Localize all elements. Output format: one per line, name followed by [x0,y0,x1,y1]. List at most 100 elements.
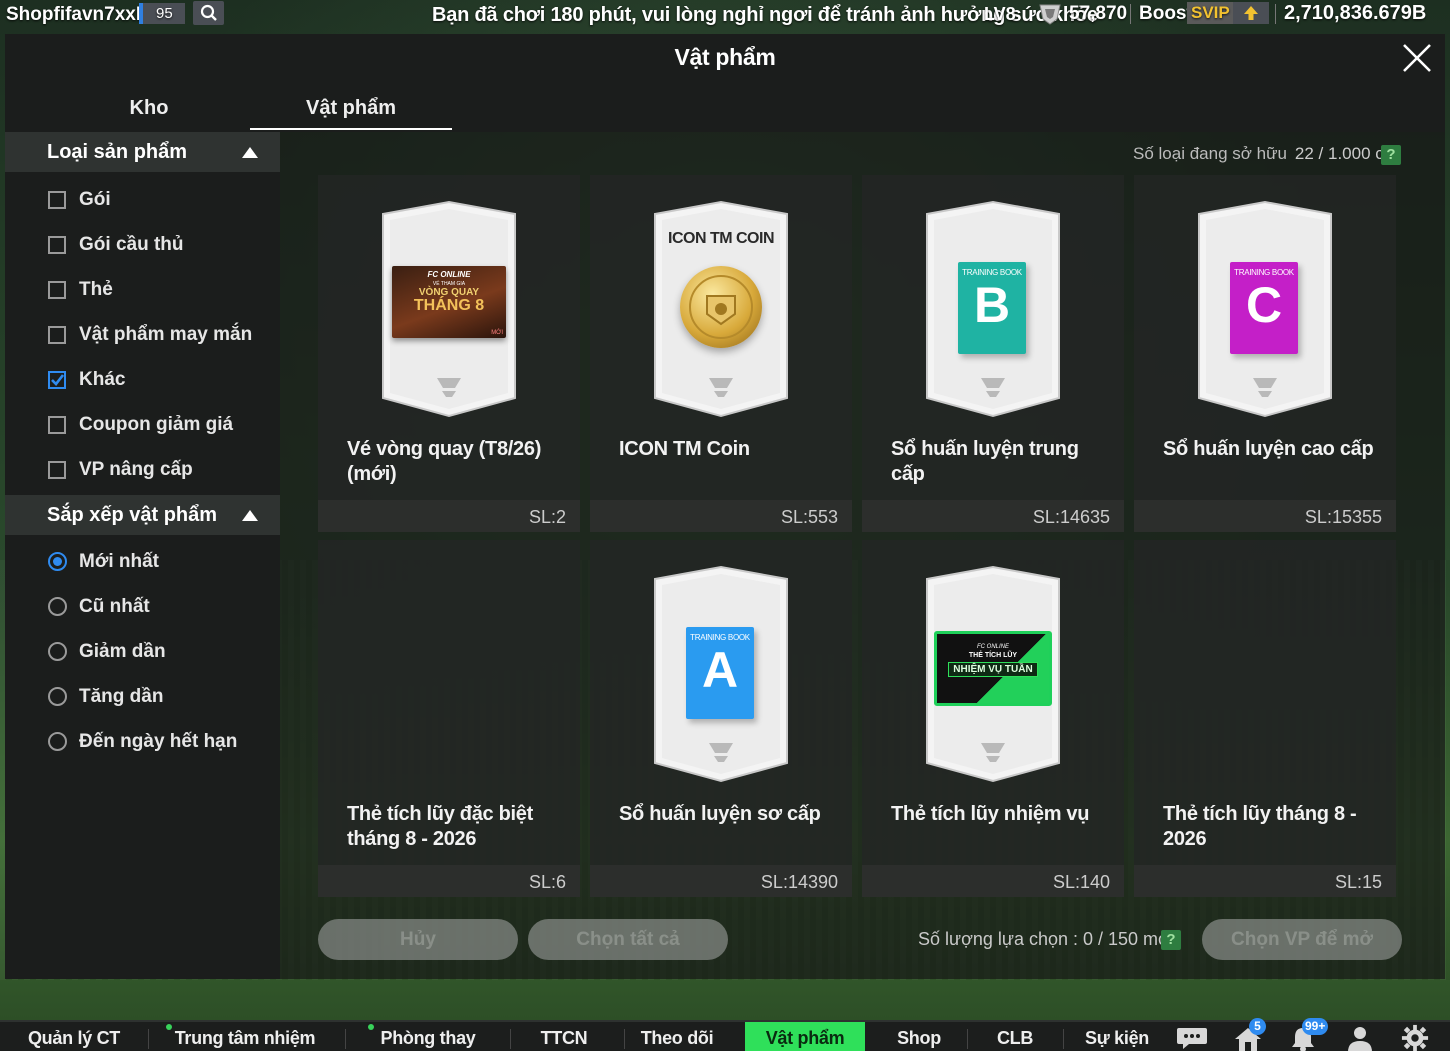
select-all-button[interactable]: Chọn tất cả [528,919,728,960]
item-tile[interactable]: FC ONLINE THẺ TÍCH LŨY NHIỆM VỤ TUẦN Thẻ tí… [862,540,1124,897]
item-quantity: SL:15 [1334,872,1382,892]
ticket-brand: FC ONLINE [427,270,471,279]
mission-card-icon: FC ONLINE THẺ TÍCH LŨY NHIỆM VỤ TUẦN [934,631,1052,706]
chat-icon[interactable] [1175,1024,1209,1051]
checkbox-icon[interactable] [48,236,66,254]
item-tile[interactable]: Thẻ tích lũy tháng 8 - 2026 SL:15 [1134,540,1396,897]
item-tile[interactable]: TRAINING BOOK A Sổ huấn luyện sơ cấp SL:143… [590,540,852,897]
coin-medal-icon [680,266,762,348]
radio-icon[interactable] [48,687,67,706]
filter-sidebar: Loại sản phẩm Gói Gói cầu thủ Thẻ Vật phẩm … [5,132,280,979]
item-name: Thẻ tích lũy nhiệm vụ [891,803,1090,825]
divider [624,1029,625,1049]
item-tile[interactable]: TRAINING BOOK B Sổ huấn luyện trung cấp SL:… [862,175,1124,532]
checkbox-icon[interactable] [48,416,66,434]
item-quantity: SL:6 [528,872,566,892]
category-option[interactable]: Gói cầu thủ [5,222,280,267]
item-name: Sổ huấn luyện cao cấp [1163,438,1374,460]
book-label: TRAINING BOOK [690,633,750,642]
sort-label: Tăng dần [79,686,164,707]
sort-label: Giảm dần [79,641,166,662]
checkbox-icon[interactable] [48,461,66,479]
profile-icon[interactable] [1345,1024,1375,1051]
collapse-triangle-icon[interactable] [242,510,258,521]
username: Shopfifavn7xxIC [6,4,155,25]
owned-label: Số loại đang sở hữu [1133,144,1287,163]
radio-icon[interactable] [48,642,67,661]
nav-club[interactable]: CLB [985,1022,1045,1051]
upgrade-arrow-icon[interactable] [1233,2,1269,24]
notification-badge: 5 [1249,1018,1266,1035]
sort-option[interactable]: Cũ nhất [5,584,280,629]
item-card: TRAINING BOOK A [652,565,790,783]
tab-storage[interactable]: Kho [48,82,250,130]
svip-badge[interactable]: SVIP [1187,2,1234,24]
book-label: TRAINING BOOK [1234,268,1294,277]
checkbox-checked-icon[interactable] [48,371,66,389]
cancel-button[interactable]: Hủy [318,919,518,960]
category-option[interactable]: Gói [5,177,280,222]
nav-squad[interactable]: Quản lý CT [20,1022,128,1051]
checkbox-icon[interactable] [48,326,66,344]
coin-title: ICON TM COIN [668,230,775,247]
shield-coin-icon [1037,2,1063,32]
category-label: Khác [79,369,126,390]
lv-label: LV8 [984,4,1016,24]
mission-brand: FC ONLINE [976,644,1009,650]
sort-label: Đến ngày hết hạn [79,731,238,752]
sort-option[interactable]: Mới nhất [5,539,280,584]
sort-label: Cũ nhất [79,596,150,617]
item-name: Vé vòng quay (T8/26) (mới) [347,438,542,485]
item-card: ICON TM COIN [652,200,790,418]
category-option[interactable]: VP nâng cấp [5,447,280,492]
radio-selected-icon[interactable] [48,552,67,571]
nav-items[interactable]: Vật phẩm [745,1022,865,1051]
book-label: TRAINING BOOK [962,268,1022,277]
category-option[interactable]: Khác [5,357,280,402]
tab-items[interactable]: Vật phẩm [250,82,452,130]
mission-line: THẺ TÍCH LŨY [968,652,1018,659]
category-header[interactable]: Loại sản phẩm [5,132,280,172]
nav-shop[interactable]: Shop [885,1022,953,1051]
collapse-triangle-icon[interactable] [242,147,258,158]
tab-bar: Kho Vật phẩm [5,82,1445,132]
sort-option[interactable]: Đến ngày hết hạn [5,719,280,764]
category-option[interactable]: Coupon giảm giá [5,402,280,447]
nav-watch[interactable]: Theo dõi [638,1022,716,1051]
item-quantity: SL:15355 [1304,507,1382,527]
gear-icon[interactable] [1400,1024,1430,1051]
category-option[interactable]: Vật phẩm may mắn [5,312,280,357]
item-name: Thẻ tích lũy tháng 8 - 2026 [1163,803,1357,850]
item-tile[interactable]: Thẻ tích lũy đặc biệt tháng 8 - 2026 SL:6 [318,540,580,897]
top-bar: Shopfifavn7xxIC 95 Bạn đã chơi 180 phút,… [0,0,1450,30]
item-tile[interactable]: FC ONLINE VÉ THAM GIA VÒNG QUAY THÁNG 8 MỚI V… [318,175,580,532]
radio-icon[interactable] [48,597,67,616]
sort-header[interactable]: Sắp xếp vật phẩm [5,495,280,535]
checkbox-icon[interactable] [48,281,66,299]
help-icon[interactable]: ? [1381,145,1401,165]
checkbox-icon[interactable] [48,191,66,209]
nav-locker[interactable]: Phòng thay đồ [372,1022,484,1051]
item-name: ICON TM Coin [619,438,750,460]
training-book-icon: TRAINING BOOK B [958,262,1026,354]
divider [967,1029,968,1049]
divider [1130,4,1131,24]
item-tile[interactable]: TRAINING BOOK C Sổ huấn luyện cao cấp SL:15… [1134,175,1396,532]
close-icon[interactable] [1399,40,1435,76]
item-quantity: SL:14390 [760,872,838,892]
nav-events[interactable]: Sự kiện [1078,1022,1156,1051]
help-icon[interactable]: ? [1161,930,1181,950]
open-item-button[interactable]: Chọn VP để mở [1202,919,1402,960]
search-icon[interactable] [193,1,224,25]
sort-option[interactable]: Tăng dần [5,674,280,719]
radio-icon[interactable] [48,732,67,751]
sort-list: Mới nhất Cũ nhất Giảm dần Tăng dần Đến ngày … [5,535,280,764]
sort-option[interactable]: Giảm dần [5,629,280,674]
nav-ttcn[interactable]: TTCN [530,1022,598,1051]
category-label: Vật phẩm may mắn [79,324,253,345]
nav-missions[interactable]: Trung tâm nhiệm vụ [170,1022,320,1051]
category-label: VP nâng cấp [79,459,193,480]
item-tile[interactable]: ICON TM COIN ICON TM Coin SL:553 [590,175,852,532]
category-option[interactable]: Thẻ [5,267,280,312]
category-list: Gói Gói cầu thủ Thẻ Vật phẩm may mắn Khác Cou… [5,172,280,492]
